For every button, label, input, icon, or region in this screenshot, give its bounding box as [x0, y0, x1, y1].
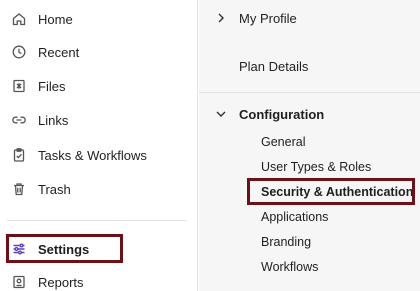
sidebar-divider — [7, 220, 187, 221]
sidebar-item-trash[interactable]: Trash — [0, 174, 198, 204]
sidebar-item-reports[interactable]: Reports — [0, 267, 198, 291]
sidebar-item-label: Home — [38, 11, 73, 27]
reports-icon — [11, 274, 27, 290]
settings-panel: My Profile Plan Details Configuration Ge… — [199, 0, 420, 291]
config-item-user-types-roles[interactable]: User Types & Roles — [261, 160, 371, 174]
trash-icon — [11, 181, 27, 197]
sidebar-item-label: Links — [38, 112, 69, 128]
sidebar-item-label: Tasks & Workflows — [38, 147, 147, 163]
config-item-workflows[interactable]: Workflows — [261, 260, 318, 274]
files-icon — [11, 78, 27, 94]
chevron-down-icon[interactable] — [215, 108, 227, 120]
clock-icon — [11, 44, 27, 60]
panel-divider — [199, 92, 420, 93]
home-icon — [11, 11, 27, 27]
sidebar-item-label: Reports — [38, 274, 84, 290]
config-item-applications[interactable]: Applications — [261, 210, 328, 224]
config-item-general[interactable]: General — [261, 135, 305, 149]
my-profile-label: My Profile — [239, 11, 297, 26]
configuration-row[interactable]: Configuration — [199, 102, 420, 128]
sidebar-item-home[interactable]: Home — [0, 4, 198, 34]
plan-details-row[interactable]: Plan Details — [199, 54, 420, 80]
my-profile-row[interactable]: My Profile — [199, 6, 420, 32]
settings-highlight-box — [6, 234, 123, 263]
sidebar-item-links[interactable]: Links — [0, 105, 198, 135]
plan-details-label: Plan Details — [239, 59, 309, 74]
sidebar-item-label: Files — [38, 78, 66, 94]
config-item-branding[interactable]: Branding — [261, 235, 311, 249]
configuration-label: Configuration — [239, 107, 325, 122]
sidebar-item-files[interactable]: Files — [0, 71, 198, 101]
sidebar-item-label: Recent — [38, 44, 80, 60]
link-icon — [11, 112, 27, 128]
sidebar-item-tasks-workflows[interactable]: Tasks & Workflows — [0, 140, 198, 170]
sidebar-item-recent[interactable]: Recent — [0, 37, 198, 67]
chevron-right-icon[interactable] — [215, 12, 227, 24]
clipboard-icon — [11, 147, 27, 163]
security-highlight-box — [247, 178, 415, 205]
sidebar-item-label: Trash — [38, 181, 71, 197]
